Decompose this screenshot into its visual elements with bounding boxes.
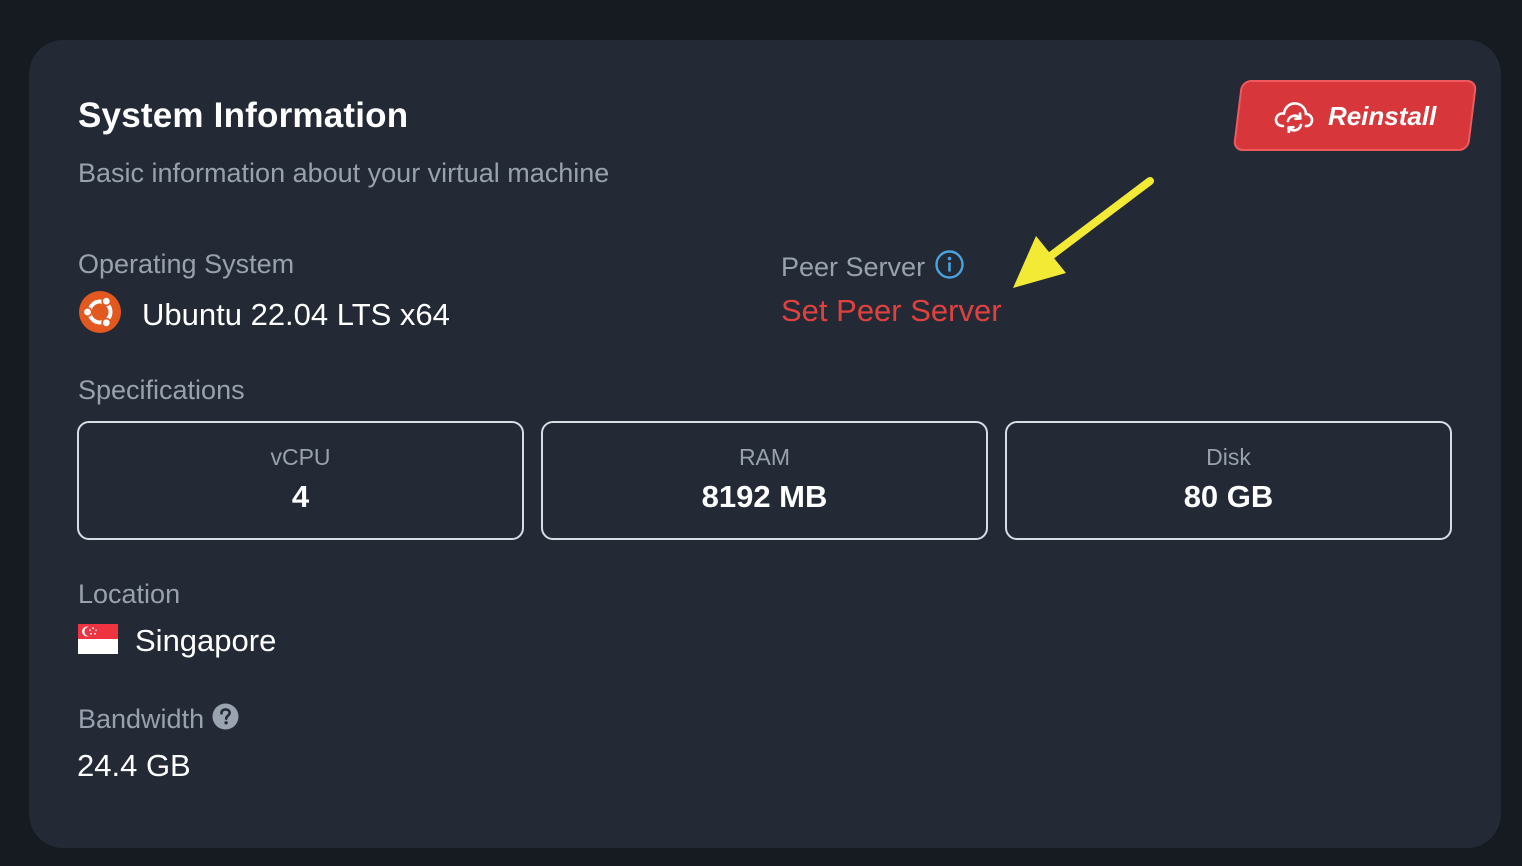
- spec-label: RAM: [738, 444, 791, 470]
- location-row: Singapore: [78, 623, 276, 659]
- os-row: Ubuntu 22.04 LTS x64: [78, 290, 450, 339]
- singapore-flag-icon: [78, 623, 118, 659]
- specifications-label: Specifications: [78, 375, 245, 405]
- bandwidth-label-row: Bandwidth: [78, 703, 239, 735]
- os-value: Ubuntu 22.04 LTS x64: [142, 296, 450, 332]
- info-icon[interactable]: [934, 249, 965, 285]
- spec-label: Disk: [1206, 444, 1251, 470]
- spec-value: 8192 MB: [701, 479, 828, 514]
- reinstall-button-label: Reinstall: [1327, 100, 1437, 130]
- card-title: System Information: [78, 96, 409, 135]
- set-peer-server-link[interactable]: Set Peer Server: [781, 293, 1002, 329]
- location-value: Singapore: [135, 623, 277, 658]
- system-information-card: System Information Basic information abo…: [29, 40, 1501, 848]
- location-label: Location: [78, 579, 181, 609]
- os-label: Operating System: [78, 249, 295, 279]
- spec-card-ram: RAM 8192 MB: [541, 421, 988, 540]
- spec-card-vcpu: vCPU 4: [77, 421, 524, 540]
- card-subtitle: Basic information about your virtual mac…: [78, 158, 610, 188]
- ubuntu-logo-icon: [78, 290, 122, 339]
- spec-card-disk: Disk 80 GB: [1005, 421, 1452, 540]
- help-icon[interactable]: [212, 703, 239, 735]
- reinstall-button[interactable]: Reinstall: [1232, 80, 1478, 151]
- spec-value: 80 GB: [1183, 479, 1274, 514]
- bandwidth-label: Bandwidth: [78, 703, 205, 734]
- spec-label: vCPU: [270, 444, 331, 470]
- spec-value: 4: [291, 479, 310, 514]
- cloud-refresh-icon: [1274, 99, 1314, 133]
- bandwidth-value: 24.4 GB: [77, 748, 191, 783]
- peer-server-label-row: Peer Server: [781, 249, 965, 285]
- peer-server-label: Peer Server: [781, 251, 926, 282]
